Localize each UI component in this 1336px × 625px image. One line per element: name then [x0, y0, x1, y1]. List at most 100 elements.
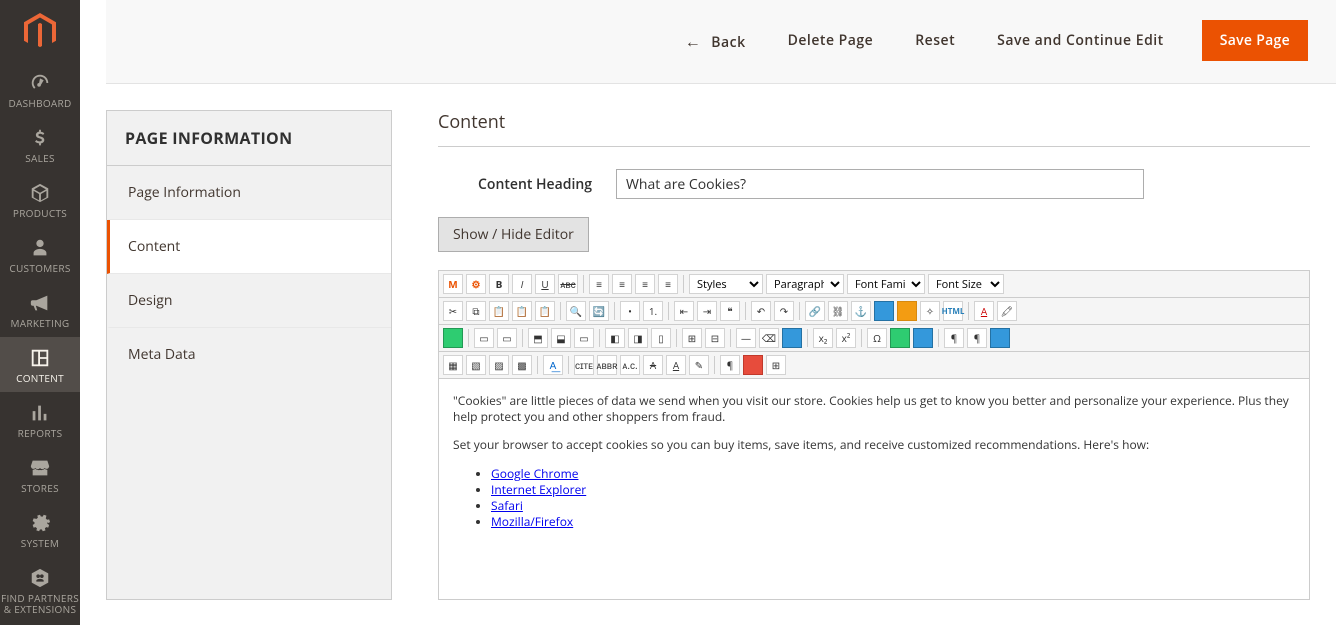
template-icon[interactable]: ⊞ — [766, 355, 786, 375]
del-icon[interactable]: A — [643, 355, 663, 375]
nav-sales[interactable]: SALES — [0, 117, 80, 172]
undo-icon[interactable]: ↶ — [751, 301, 771, 321]
font-size-select[interactable]: Font Size — [928, 274, 1004, 294]
delete-row-icon[interactable]: ▭ — [574, 328, 594, 348]
delete-col-icon[interactable]: ▯ — [651, 328, 671, 348]
fullscreen-icon[interactable] — [990, 328, 1010, 348]
nav-dashboard[interactable]: DASHBOARD — [0, 62, 80, 117]
styleprops-icon[interactable]: A͟ — [543, 355, 563, 375]
tab-meta-data[interactable]: Meta Data — [107, 328, 391, 381]
strike-icon[interactable]: ᴀʙᴄ — [558, 274, 578, 294]
underline-icon[interactable]: U — [535, 274, 555, 294]
insert-row-before-icon[interactable]: ⬒ — [528, 328, 548, 348]
tab-page-information[interactable]: Page Information — [107, 166, 391, 220]
nav-customers[interactable]: CUSTOMERS — [0, 227, 80, 282]
superscript-icon[interactable]: x² — [836, 328, 856, 348]
redo-icon[interactable]: ↷ — [774, 301, 794, 321]
insert-col-before-icon[interactable]: ◧ — [605, 328, 625, 348]
magento-variable-icon[interactable]: ⚙ — [466, 274, 486, 294]
nav-partners[interactable]: FIND PARTNERS & EXTENSIONS — [0, 557, 80, 623]
insert-col-after-icon[interactable]: ◨ — [628, 328, 648, 348]
save-page-button[interactable]: Save Page — [1202, 20, 1308, 61]
styles-select[interactable]: Styles — [689, 274, 763, 294]
remove-format-icon[interactable]: ⌫ — [759, 328, 779, 348]
font-family-select[interactable]: Font Family — [847, 274, 925, 294]
reset-button[interactable]: Reset — [911, 23, 959, 58]
table-icon[interactable] — [443, 328, 463, 348]
row-props-icon[interactable]: ▭ — [474, 328, 494, 348]
magento-widget-icon[interactable]: M — [443, 274, 463, 294]
align-center-icon[interactable]: ≡ — [612, 274, 632, 294]
paragraph-select[interactable]: Paragraph — [766, 274, 844, 294]
nav-products[interactable]: PRODUCTS — [0, 172, 80, 227]
merge-cells-icon[interactable]: ⊞ — [682, 328, 702, 348]
unlink-icon[interactable]: ⛓ — [828, 301, 848, 321]
browser-link-ie[interactable]: Internet Explorer — [491, 481, 586, 498]
pagebreak-icon[interactable]: ¶ — [944, 328, 964, 348]
nav-reports[interactable]: REPORTS — [0, 392, 80, 447]
split-cells-icon[interactable]: ⊟ — [705, 328, 725, 348]
align-right-icon[interactable]: ≡ — [635, 274, 655, 294]
bullet-list-icon[interactable]: • — [620, 301, 640, 321]
cell-props-icon[interactable]: ▭ — [497, 328, 517, 348]
number-list-icon[interactable]: 1. — [643, 301, 663, 321]
anchor-icon[interactable]: ⚓ — [851, 301, 871, 321]
insert-row-after-icon[interactable]: ⬓ — [551, 328, 571, 348]
align-left-icon[interactable]: ≡ — [589, 274, 609, 294]
save-continue-button[interactable]: Save and Continue Edit — [993, 23, 1168, 58]
layer-forward-icon[interactable]: ▧ — [466, 355, 486, 375]
layer-icon[interactable]: ▦ — [443, 355, 463, 375]
tab-content[interactable]: Content — [107, 220, 391, 274]
subscript-icon[interactable]: x₂ — [813, 328, 833, 348]
browser-link-chrome[interactable]: Google Chrome — [491, 465, 578, 482]
nonbreaking-icon[interactable] — [743, 355, 763, 375]
indent-icon[interactable]: ⇥ — [697, 301, 717, 321]
abbr-icon[interactable]: ᴀʙʙʀ — [597, 355, 617, 375]
paste-icon[interactable]: 📋 — [489, 301, 509, 321]
bg-color-icon[interactable]: 🖍 — [997, 301, 1017, 321]
align-justify-icon[interactable]: ≡ — [658, 274, 678, 294]
nav-marketing[interactable]: MARKETING — [0, 282, 80, 337]
find-icon[interactable]: 🔍 — [566, 301, 586, 321]
special-char-icon[interactable]: Ω — [867, 328, 887, 348]
back-button[interactable]: Back — [681, 22, 750, 60]
hr-icon[interactable]: — — [736, 328, 756, 348]
content-heading-input[interactable] — [616, 169, 1144, 199]
magento-logo[interactable] — [0, 0, 80, 62]
browser-link-firefox[interactable]: Mozilla/Firefox — [491, 513, 573, 530]
layer-backward-icon[interactable]: ▨ — [489, 355, 509, 375]
cut-icon[interactable]: ✂ — [443, 301, 463, 321]
nav-stores[interactable]: STORES — [0, 447, 80, 502]
absolute-icon[interactable]: ▩ — [512, 355, 532, 375]
attribs-icon[interactable]: ✎ — [689, 355, 709, 375]
visual-aid-icon[interactable] — [782, 328, 802, 348]
link-icon[interactable]: 🔗 — [805, 301, 825, 321]
cite-icon[interactable]: ᴄɪᴛᴇ — [574, 355, 594, 375]
editor-content-area[interactable]: "Cookies" are little pieces of data we s… — [439, 379, 1309, 599]
bold-icon[interactable]: B — [489, 274, 509, 294]
ins-icon[interactable]: A — [666, 355, 686, 375]
nav-content[interactable]: CONTENT — [0, 337, 80, 392]
visualchars-icon[interactable]: ¶ — [720, 355, 740, 375]
ltr-icon[interactable]: ¶ — [967, 328, 987, 348]
html-icon[interactable]: HTML — [943, 301, 963, 321]
copy-icon[interactable]: ⧉ — [466, 301, 486, 321]
blockquote-icon[interactable]: ❝ — [720, 301, 740, 321]
flash-icon[interactable] — [913, 328, 933, 348]
cleanup-icon[interactable]: ✧ — [920, 301, 940, 321]
paste-text-icon[interactable]: 📋 — [512, 301, 532, 321]
acronym-icon[interactable]: ᴀ.ᴄ. — [620, 355, 640, 375]
text-color-icon[interactable]: A — [974, 301, 994, 321]
tab-design[interactable]: Design — [107, 274, 391, 328]
toggle-editor-button[interactable]: Show / Hide Editor — [438, 217, 589, 252]
italic-icon[interactable]: I — [512, 274, 532, 294]
replace-icon[interactable]: 🔄 — [589, 301, 609, 321]
media-icon[interactable] — [897, 301, 917, 321]
browser-link-safari[interactable]: Safari — [491, 497, 523, 514]
delete-page-button[interactable]: Delete Page — [784, 23, 878, 58]
paste-word-icon[interactable]: 📋 — [535, 301, 555, 321]
image-icon[interactable] — [874, 301, 894, 321]
outdent-icon[interactable]: ⇤ — [674, 301, 694, 321]
nav-system[interactable]: SYSTEM — [0, 502, 80, 557]
emotions-icon[interactable] — [890, 328, 910, 348]
